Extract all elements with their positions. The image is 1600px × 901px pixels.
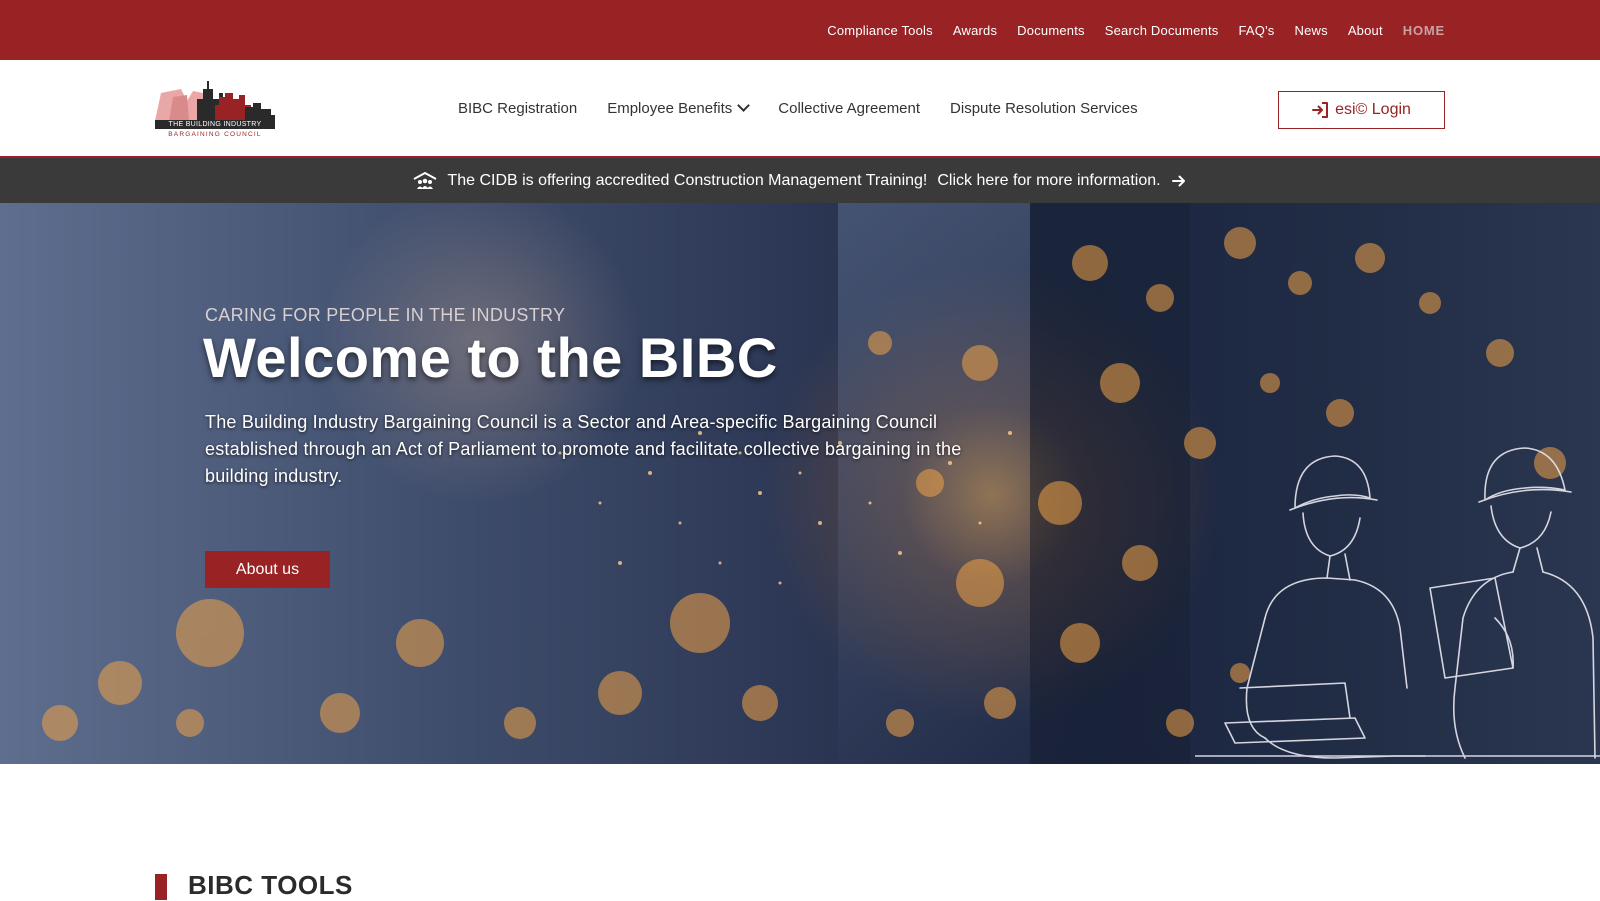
nav-bibc-registration-label: BIBC Registration xyxy=(458,99,578,117)
top-nav: Compliance Tools Awards Documents Search… xyxy=(827,0,1445,60)
logo-line-1: THE BUILDING INDUSTRY xyxy=(168,121,262,128)
topnav-compliance-tools[interactable]: Compliance Tools xyxy=(827,23,933,38)
hero-banner: CARING FOR PEOPLE IN THE INDUSTRY Welcom… xyxy=(0,203,1600,764)
workers-line-art-illustration xyxy=(1195,447,1600,759)
bibc-logo[interactable]: THE BUILDING INDUSTRY BARGAINING COUNCIL xyxy=(153,79,278,141)
nav-collective-agreement-label: Collective Agreement xyxy=(778,99,921,117)
login-label: esi© Login xyxy=(1335,101,1411,118)
about-us-button[interactable]: About us xyxy=(205,551,330,588)
topnav-about[interactable]: About xyxy=(1348,23,1383,38)
announcement-link[interactable]: Click here for more information. xyxy=(937,172,1160,190)
nav-dispute-resolution-label: Dispute Resolution Services xyxy=(950,99,1138,117)
topnav-news[interactable]: News xyxy=(1295,23,1328,38)
main-nav: BIBC Registration Employee Benefits Coll… xyxy=(458,60,1138,156)
nav-employee-benefits-label: Employee Benefits xyxy=(607,99,733,117)
announcement-bar[interactable]: The CIDB is offering accredited Construc… xyxy=(0,158,1600,203)
hero-kicker: CARING FOR PEOPLE IN THE INDUSTRY xyxy=(205,305,566,325)
topnav-awards[interactable]: Awards xyxy=(953,23,997,38)
arrow-right-icon xyxy=(1171,175,1185,186)
top-utility-bar: Compliance Tools Awards Documents Search… xyxy=(0,0,1600,60)
nav-employee-benefits[interactable]: Employee Benefits xyxy=(607,99,751,117)
hero-title: Welcome to the BIBC xyxy=(203,326,778,389)
section-accent-bar xyxy=(155,874,167,900)
sign-in-icon xyxy=(1312,102,1329,118)
topnav-faqs[interactable]: FAQ's xyxy=(1239,23,1275,38)
chevron-down-icon xyxy=(737,99,751,112)
nav-bibc-registration[interactable]: BIBC Registration xyxy=(458,100,577,117)
logo-line-2: BARGAINING COUNCIL xyxy=(168,131,262,138)
topnav-home[interactable]: HOME xyxy=(1403,23,1445,38)
people-roof-icon xyxy=(413,171,437,189)
main-header: THE BUILDING INDUSTRY BARGAINING COUNCIL… xyxy=(0,60,1600,158)
bibc-tools-heading: BIBC TOOLS xyxy=(188,870,353,900)
announcement-text: The CIDB is offering accredited Construc… xyxy=(447,171,928,189)
topnav-search-documents[interactable]: Search Documents xyxy=(1105,23,1219,38)
nav-dispute-resolution[interactable]: Dispute Resolution Services xyxy=(950,100,1138,117)
topnav-documents[interactable]: Documents xyxy=(1017,23,1085,38)
login-button[interactable]: esi© Login xyxy=(1278,91,1445,129)
hero-description: The Building Industry Bargaining Council… xyxy=(205,412,962,486)
nav-collective-agreement[interactable]: Collective Agreement xyxy=(778,100,920,117)
